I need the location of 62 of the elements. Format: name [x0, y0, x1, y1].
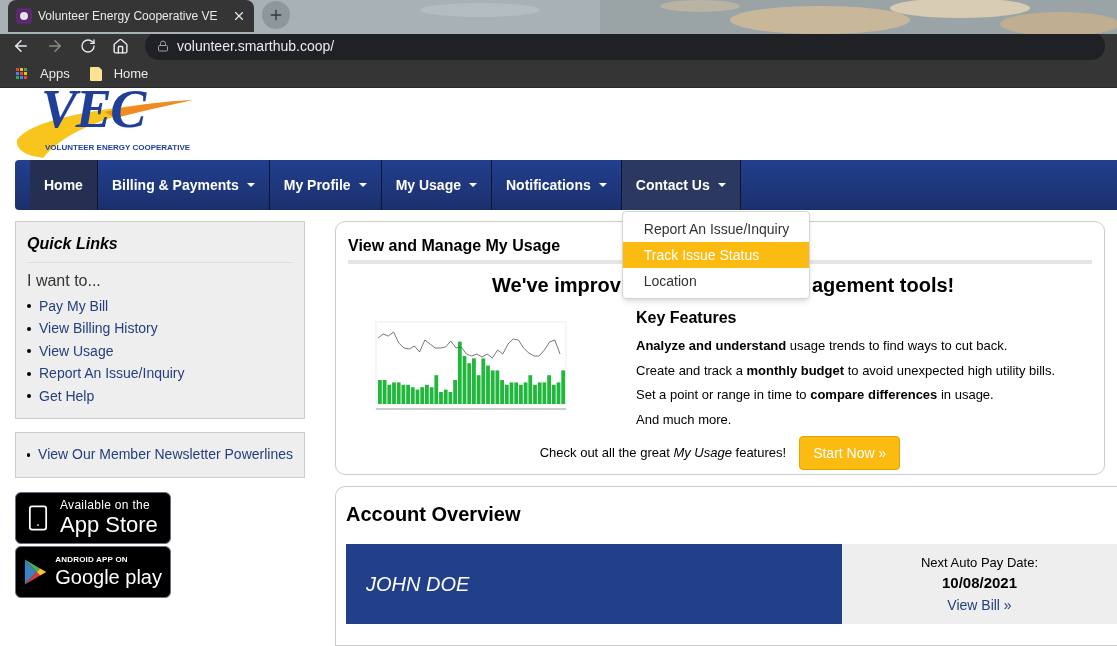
feature-text: And much more.	[636, 410, 733, 429]
account-name: JOHN DOE	[366, 572, 470, 597]
promo-text: Check out all the great My Usage features!	[539, 444, 787, 463]
bullet-icon	[27, 371, 31, 376]
tab-title: Volunteer Energy Cooperative VE	[38, 8, 218, 25]
quick-link[interactable]: View Billing History	[39, 318, 158, 340]
section-heading: agement tools!	[812, 273, 955, 298]
menu-item[interactable]: Report An Issue/Inquiry	[622, 216, 809, 242]
bullet-icon	[27, 452, 31, 457]
quick-link[interactable]: Get Help	[39, 385, 95, 407]
autopay-label: Next Auto Pay Date:	[920, 553, 1039, 572]
autopay-date: 10/08/2021	[941, 573, 1018, 593]
badge-caption: ANDROID APP ON	[55, 556, 128, 564]
panel-title: Account Overview	[346, 502, 522, 527]
nav-item[interactable]: My Usage	[381, 160, 492, 210]
nav-item[interactable]: Billing & Payments	[97, 160, 270, 210]
bullet-icon	[27, 394, 31, 399]
quick-link[interactable]: Report An Issue/Inquiry	[39, 363, 185, 385]
feature-text: Analyze and understand usage trends to find ways to cut back.	[636, 337, 1009, 355]
feature-text: Create and track a monthly budget to avoid unexpected high utility bills.	[636, 361, 1056, 380]
caret-icon	[717, 183, 726, 187]
nav-item[interactable]: Home	[30, 160, 98, 210]
caret-icon	[358, 183, 367, 187]
bullet-icon	[27, 304, 31, 309]
bookmark[interactable]: Home	[89, 63, 149, 84]
bookmark[interactable]: Apps	[16, 63, 70, 84]
address-bar[interactable]: volunteer.smarthub.coop/	[145, 32, 1105, 60]
home-icon[interactable]	[112, 37, 129, 55]
favicon-icon	[16, 8, 32, 24]
badge-store-name: App Store	[60, 514, 158, 536]
bullet-icon	[27, 349, 31, 354]
bullet-icon	[27, 326, 31, 331]
caret-icon	[598, 183, 607, 187]
url-text: volunteer.smarthub.coop/	[177, 36, 335, 56]
lock-icon	[157, 40, 169, 52]
menu-item[interactable]: Location	[622, 268, 809, 294]
plus-icon	[268, 7, 284, 23]
panel-title: Quick Links	[27, 232, 293, 263]
forward-icon[interactable]	[46, 37, 64, 55]
section-heading: We've improv	[492, 273, 620, 298]
view-bill-link[interactable]: View Bill »	[947, 594, 1012, 616]
newsletter-link[interactable]: View Our Member Newsletter Powerlines	[38, 444, 293, 465]
reload-icon[interactable]	[80, 38, 96, 54]
nav-item[interactable]: Notifications	[492, 160, 622, 210]
nav-item[interactable]: Contact Us	[621, 160, 741, 210]
badge-store-name: Google play	[55, 567, 162, 587]
panel-subtitle: I want to...	[27, 271, 102, 291]
feature-text: Set a point or range in time to compare differences in usage.	[636, 386, 995, 404]
back-icon[interactable]	[12, 37, 30, 55]
nav-item[interactable]: My Profile	[269, 160, 382, 210]
apps-grid-icon	[16, 67, 28, 80]
folder-icon	[89, 66, 102, 81]
browser-tab[interactable]: Volunteer Energy Cooperative VE	[8, 0, 254, 32]
caret-icon	[469, 183, 477, 187]
quick-link[interactable]: Pay My Bill	[39, 295, 109, 317]
quick-link[interactable]: View Usage	[39, 340, 114, 362]
caret-icon	[246, 183, 255, 187]
features-title: Key Features	[636, 308, 738, 328]
app-store-badge[interactable]: Available on the App Store	[15, 491, 171, 544]
close-icon[interactable]	[232, 9, 246, 23]
app-store-badge[interactable]: ANDROID APP ON Google play	[15, 545, 171, 598]
badge-caption: Available on the	[60, 499, 150, 511]
